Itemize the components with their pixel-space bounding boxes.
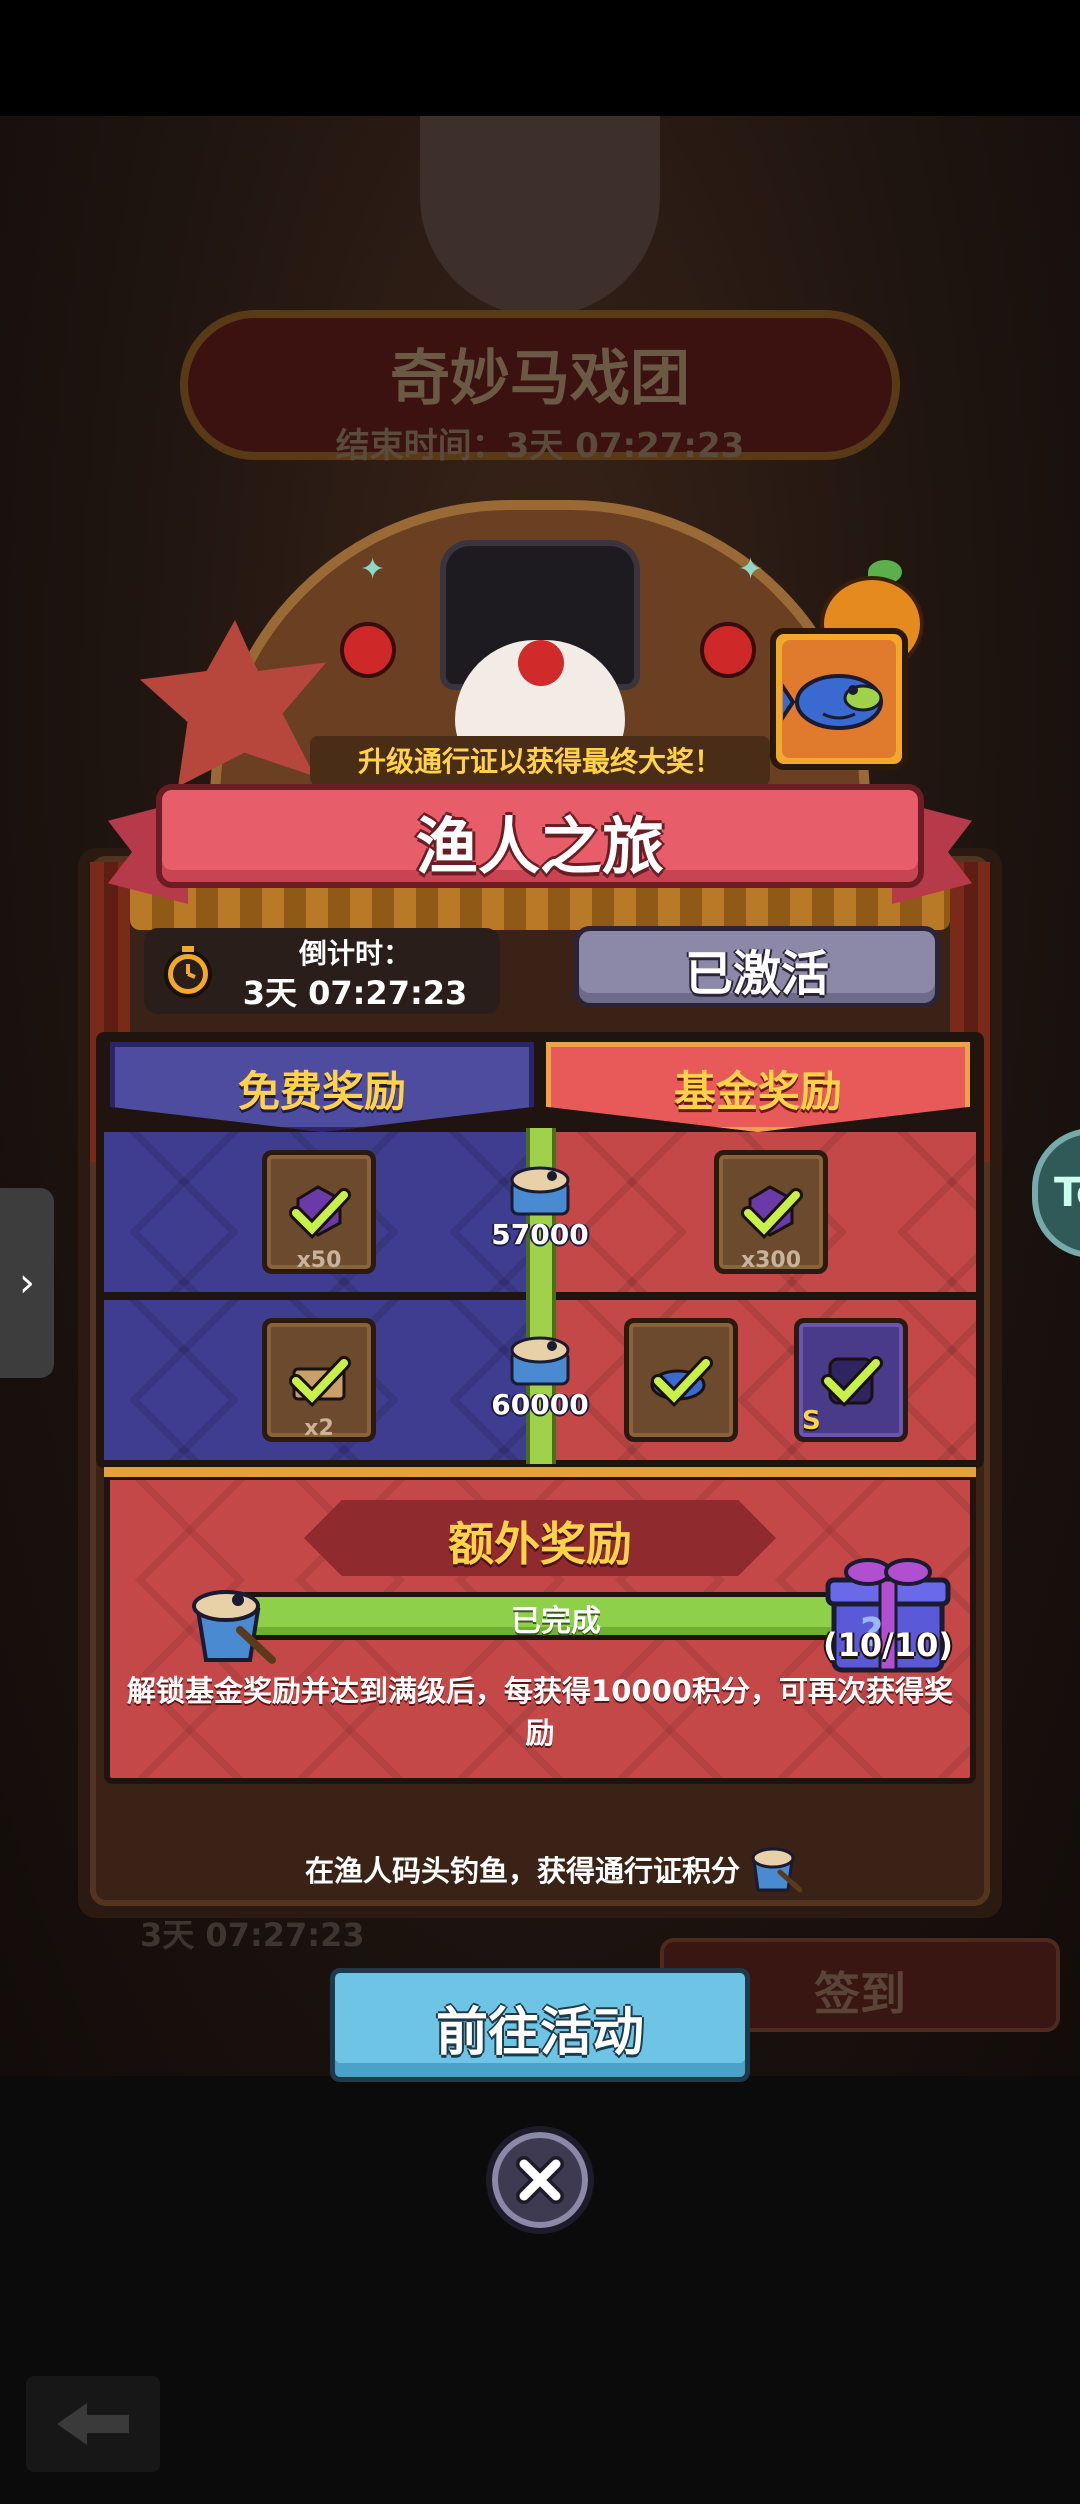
fishing-bucket-icon (510, 1166, 570, 1216)
activated-label: 已激活 (684, 946, 829, 1002)
fund-reward-slot[interactable] (624, 1318, 738, 1442)
juggle-ball-art (700, 622, 756, 678)
background-event-title: 奇妙马戏团 (390, 344, 690, 414)
level-threshold: 57000 (491, 1218, 589, 1251)
chevron-right-icon: › (19, 1260, 35, 1306)
close-button[interactable] (486, 2126, 594, 2234)
background-event-timer: 结束时间：3天 07:27:23 (335, 426, 745, 466)
free-reward-count: x2 (304, 1416, 334, 1441)
extra-reward-title: 额外奖励 (448, 1517, 632, 1571)
gold-divider (104, 1464, 976, 1480)
rarity-badge: S (802, 1406, 821, 1436)
fishing-bucket-icon (510, 1336, 570, 1386)
back-button[interactable] (26, 2376, 160, 2472)
check-icon (289, 1185, 351, 1240)
back-arrow-icon (57, 2403, 129, 2445)
check-icon (650, 1356, 713, 1408)
points-hint: 在渔人码头钓鱼，获得通行证积分 (304, 1854, 740, 1888)
fishing-bucket-icon (192, 1590, 276, 1664)
fund-reward-count: x300 (740, 1248, 802, 1273)
go-to-event-label: 前往活动 (435, 2003, 644, 2063)
sparkle-icon: ✦ (360, 552, 386, 587)
side-drawer-tab[interactable]: › (0, 1188, 54, 1378)
grand-prize-inner (782, 640, 896, 758)
extra-reward-count: (10/10) (823, 1626, 953, 1664)
extra-progress-label: 已完成 (511, 1604, 601, 1639)
fishing-bucket-icon (751, 1847, 802, 1893)
clock-icon (164, 946, 212, 998)
sparkle-icon: ✦ (738, 552, 764, 587)
fund-rewards-label: 基金奖励 (673, 1067, 842, 1116)
countdown-time: 3天 07:27:23 (242, 974, 468, 1012)
juggle-ball-art (340, 622, 396, 678)
free-reward-count: x50 (296, 1248, 342, 1273)
status-bar (0, 0, 1080, 116)
grand-prize-card[interactable] (770, 628, 908, 770)
check-icon (821, 1356, 883, 1408)
fund-reward-row (552, 1300, 976, 1460)
free-rewards-label: 免费奖励 (237, 1067, 406, 1116)
pass-upgrade-hint: 升级通行证以获得最终大奖！ (357, 745, 722, 778)
side-badge-text: To (1054, 1170, 1080, 1216)
countdown-label: 倒计时： (298, 937, 411, 970)
close-icon (516, 2156, 564, 2204)
extra-reward-description: 解锁基金奖励并达到满级后，每获得10000积分，可再次获得奖励 (127, 1674, 953, 1750)
check-icon (289, 1356, 351, 1408)
page-title: 渔人之旅 (415, 810, 664, 883)
clown-nose-art (518, 640, 564, 686)
level-threshold: 60000 (491, 1388, 589, 1421)
fish-icon (783, 674, 883, 730)
check-icon (741, 1185, 803, 1240)
